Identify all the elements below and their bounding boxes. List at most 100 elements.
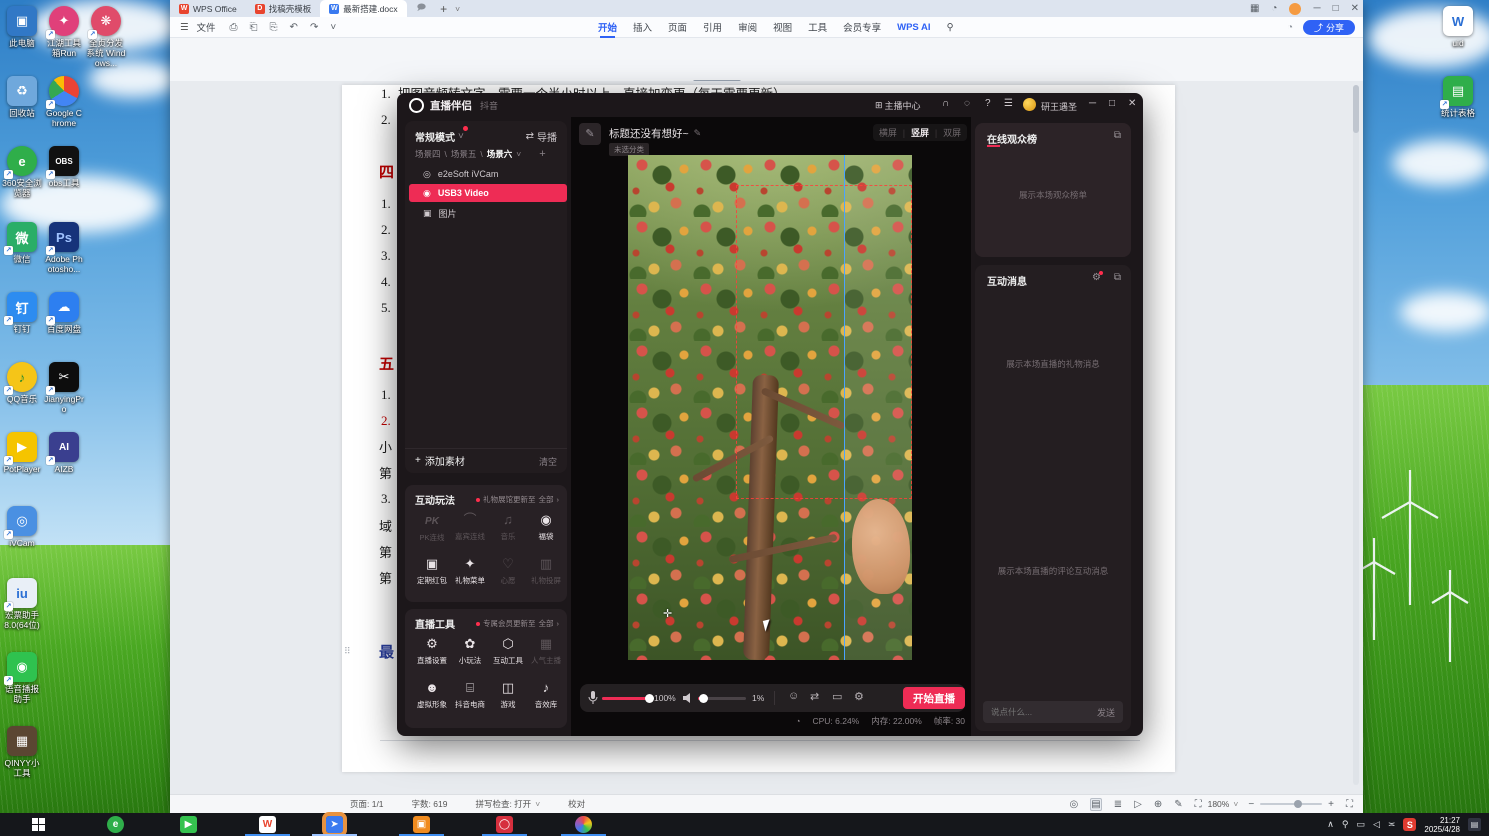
minimize-button[interactable]: ─ [1313, 3, 1320, 14]
desktop-icon-distribution-system[interactable]: ↗ ❋ 全贞分发系统 Windows... [86, 6, 126, 68]
feature-red-packet[interactable]: ▣ 定期红包 [413, 555, 451, 586]
tools-badge[interactable]: 专属会员更新至 全部 › [476, 618, 559, 629]
menu-insert[interactable]: 插入 [633, 20, 652, 34]
source-image[interactable]: ▣ 图片 [417, 204, 567, 222]
zoom-slider-knob[interactable] [1294, 800, 1303, 808]
tray-display-icon[interactable]: ▭ [1356, 819, 1365, 830]
tool-interact-tools[interactable]: ⬡ 互动工具 [489, 635, 527, 666]
zoom-level[interactable]: 180% [1208, 799, 1230, 809]
spell-check[interactable]: 拼写检查: 打开 [475, 798, 531, 810]
desktop-icon-broadcast[interactable]: ↗ ◉ 语音播报助手 [2, 652, 42, 704]
stream-title[interactable]: 标题还没有想好~ ✎ [609, 126, 701, 141]
tab-scene-4[interactable]: 场景四 [415, 148, 441, 160]
tab-list-chevron-icon[interactable]: ˅ [455, 4, 460, 14]
comment-icon[interactable]: 🗩 [417, 2, 426, 16]
avatar[interactable] [1023, 98, 1036, 111]
mode-landscape[interactable]: 横屏 [879, 126, 897, 139]
desktop-icon-jianying[interactable]: ↗ ✂ JianyingPro [44, 362, 84, 414]
feature-guest-link[interactable]: ⌒ 嘉宾连线 [451, 511, 489, 542]
drag-handle-icon[interactable]: ⠿ [344, 646, 351, 657]
taskbar-video-app[interactable]: ▶ [180, 816, 197, 833]
undo-icon[interactable]: ↶ [290, 22, 298, 33]
maximize-button[interactable]: □ [1109, 98, 1115, 109]
scrollbar-track[interactable] [1353, 85, 1359, 785]
hamburger-icon[interactable]: ☰ [180, 22, 189, 33]
director-button[interactable]: ⇄ 导播 [526, 129, 557, 144]
headset-icon[interactable]: ∩ [942, 98, 949, 109]
desktop-icon-aizb[interactable]: ↗ AI AIZB [44, 432, 84, 474]
desktop-icon-360-browser[interactable]: ↗ e 360安全浏览器 [2, 146, 42, 198]
speaker-icon[interactable] [682, 692, 694, 704]
desktop-icon-this-pc[interactable]: ▣ 此电脑 [2, 6, 42, 48]
popout-icon[interactable]: ⧉ [1114, 130, 1121, 141]
save-icon[interactable]: ⎙ [230, 22, 238, 33]
add-material-button[interactable]: + 添加素材 [415, 453, 465, 468]
read-mode-icon[interactable]: ◎ [1070, 799, 1079, 810]
tab-scene-6[interactable]: 场景六 [487, 148, 513, 160]
play-view-icon[interactable]: ▷ [1134, 799, 1142, 810]
chat-input[interactable] [983, 707, 1097, 717]
desktop-icon-photoshop[interactable]: ↗ Ps Adobe Photosho... [44, 222, 84, 274]
menu-file[interactable]: 文件 [197, 20, 216, 34]
desktop-icon-dingtalk[interactable]: ↗ 钉钉钉 [2, 292, 42, 334]
tab-template-doc[interactable]: D 找稿壳模板 [246, 0, 321, 17]
word-count[interactable]: 字数: 619 [412, 798, 448, 810]
edit-mode-icon[interactable]: ✎ [1174, 799, 1182, 810]
feature-lucky-bag[interactable]: ◉ 福袋 [527, 511, 565, 542]
add-scene-button[interactable]: + [539, 148, 545, 160]
start-live-button[interactable]: 开始直播 [903, 687, 965, 709]
clear-button[interactable]: 清空 [539, 455, 557, 468]
avatar[interactable] [1289, 2, 1302, 15]
taskbar-360-browser[interactable]: e [107, 816, 124, 833]
mode-select[interactable]: 常规模式 ˅ [415, 129, 464, 144]
print-icon[interactable]: ⎗ [250, 22, 258, 33]
export-icon[interactable]: ⎘ [270, 22, 278, 33]
menu-home[interactable]: 开始 [598, 20, 617, 38]
desktop-icon-spreadsheet[interactable]: ↗ ▤ 统计表格 [1438, 76, 1478, 118]
menu-view[interactable]: 视图 [773, 20, 792, 34]
mic-icon[interactable] [588, 691, 598, 705]
zoom-out-button[interactable]: − [1248, 799, 1254, 810]
tray-mic-icon[interactable]: ⚲ [1342, 819, 1349, 830]
tray-volume-icon[interactable]: ◁ [1373, 819, 1380, 830]
menu-tools[interactable]: 工具 [808, 20, 827, 34]
menu-review[interactable]: 审阅 [738, 20, 757, 34]
desktop-icon-recycle-bin[interactable]: ♻ 回收站 [2, 76, 42, 118]
bell-icon[interactable]: ◔ [1287, 22, 1293, 33]
mode-portrait[interactable]: 竖屏 [911, 126, 929, 139]
tray-sogou-icon[interactable]: S [1403, 818, 1417, 831]
page-view-icon[interactable]: ▤ [1090, 797, 1102, 811]
anchor-center-button[interactable]: ⊞ 主播中心 [875, 99, 921, 112]
taskbar-orange-app[interactable]: ▣ [399, 816, 444, 836]
start-button[interactable] [30, 816, 47, 833]
feature-gift-menu[interactable]: ✦ 礼物菜单 [451, 555, 489, 586]
tool-popularity[interactable]: ▦ 人气主播 [527, 635, 565, 666]
desktop-icon-obs-tool[interactable]: ↗ OBS obs工具 [44, 146, 84, 188]
tool-sound-library[interactable]: ♪ 音效库 [527, 679, 565, 710]
close-button[interactable]: ✕ [1351, 3, 1359, 14]
audience-title[interactable]: 在线观众榜 [987, 131, 1037, 146]
service-icon[interactable]: ◔ [1271, 3, 1277, 14]
mirror-flip-icon[interactable]: ⇄ [810, 690, 819, 703]
settings-gear-icon[interactable]: ⚙ [854, 690, 864, 703]
taskbar-live-companion[interactable]: ➤ [312, 812, 357, 836]
tool-games[interactable]: ◫ 游戏 [489, 679, 527, 710]
feature-wish[interactable]: ♡ 心愿 [489, 555, 527, 586]
desktop-icon-wechat[interactable]: ↗ 微微信 [2, 222, 42, 264]
desktop-icon-qq-music[interactable]: ↗ ♪ QQ音乐 [2, 362, 42, 404]
feature-gift-screen[interactable]: ▥ 礼物投屏 [527, 555, 565, 586]
desktop-icon-baidu-pan[interactable]: ↗ ☁ 百度网盘 [44, 292, 84, 334]
taskbar-wps[interactable]: W [245, 816, 290, 836]
desktop-icon-jianghu-toolbox[interactable]: ↗ ✦ 江湖工具箱Run [44, 6, 84, 58]
fit-page-icon[interactable]: ⛶ [1195, 799, 1202, 810]
taskbar-obs[interactable]: ◯ [482, 816, 527, 836]
apps-grid-icon[interactable]: ▦ [1250, 3, 1259, 14]
menu-reference[interactable]: 引用 [703, 20, 722, 34]
desktop-icon-ivcam[interactable]: ↗ ◎ iVCam [2, 506, 42, 548]
web-view-icon[interactable]: ⊕ [1154, 799, 1162, 810]
menu-wps-ai[interactable]: WPS AI [897, 22, 930, 33]
tool-virtual-avatar[interactable]: ☻ 虚拟形象 [413, 679, 451, 710]
crop-guide-rect[interactable] [736, 185, 912, 499]
share-button[interactable]: ⤴ 分享 [1303, 19, 1355, 35]
tool-douyin-shop[interactable]: ⌸ 抖音电商 [451, 679, 489, 710]
